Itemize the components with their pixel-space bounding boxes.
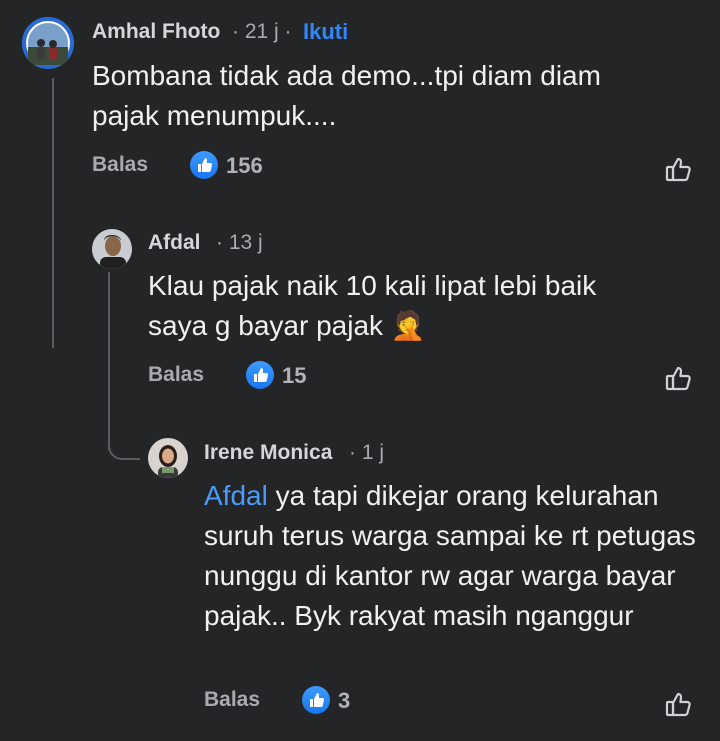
like-count[interactable]: 156	[226, 153, 263, 179]
thumb-up-outline-icon[interactable]	[664, 689, 694, 719]
comment-text: Bombana tidak ada demo...tpi diam diam p…	[92, 60, 601, 131]
reply-button[interactable]: Balas	[204, 688, 260, 712]
reply-button[interactable]: Balas	[148, 363, 204, 387]
avatar[interactable]	[22, 17, 74, 69]
reply-button[interactable]: Balas	[92, 153, 148, 177]
avatar-photo	[148, 438, 188, 478]
comment-author[interactable]: Afdal	[148, 231, 201, 255]
thread-connector	[52, 318, 82, 348]
thumb-up-outline-icon[interactable]	[664, 154, 694, 184]
avatar-photo	[92, 229, 132, 269]
comment-text-body: ya tapi dikejar orang kelurahan suruh te…	[204, 480, 696, 631]
like-count[interactable]: 3	[338, 688, 350, 714]
comment-time: · 21 j ·	[232, 20, 292, 43]
like-badge-icon	[190, 151, 218, 179]
comment-text: Afdal ya tapi dikejar orang kelurahan su…	[204, 476, 704, 636]
like-badge-icon	[302, 686, 330, 714]
like-badge-icon	[246, 361, 274, 389]
thumb-up-outline-icon[interactable]	[664, 363, 694, 393]
comment-time: · 1 j	[349, 441, 385, 464]
comment-time: · 13 j	[216, 231, 263, 254]
thread-line	[52, 78, 54, 348]
avatar-photo	[22, 17, 74, 69]
comment-author[interactable]: Irene Monica	[204, 441, 332, 465]
avatar[interactable]	[148, 438, 188, 478]
thread-line	[108, 272, 110, 450]
like-count[interactable]: 15	[282, 363, 306, 389]
mention-link[interactable]: Afdal	[204, 480, 268, 511]
follow-button[interactable]: Ikuti	[303, 19, 348, 45]
comment-author[interactable]: Amhal Fhoto	[92, 20, 220, 44]
avatar[interactable]	[92, 229, 132, 269]
thread-connector	[108, 430, 140, 460]
comment-text: Klau pajak naik 10 kali lipat lebi baik …	[148, 270, 597, 341]
